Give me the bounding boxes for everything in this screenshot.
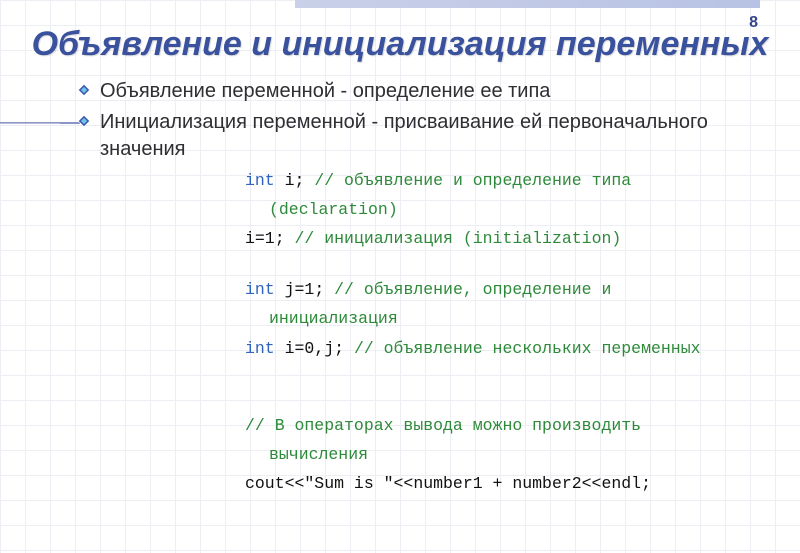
code-gap — [245, 366, 770, 414]
keyword: int — [245, 280, 275, 299]
code-line: (declaration) — [245, 198, 770, 221]
slide-content: Объявление и инициализация переменных Об… — [0, 0, 800, 495]
code-line: int j=1; // объявление, определение и — [245, 278, 770, 301]
code-line: int i; // объявление и определение типа — [245, 169, 770, 192]
code-text: j=1; — [275, 280, 334, 299]
code-line: int i=0,j; // объявление нескольких пере… — [245, 337, 770, 360]
comment: // объявление, определение и — [334, 280, 611, 299]
bullet-list: Объявление переменной - определение ее т… — [78, 78, 770, 163]
code-block: int i; // объявление и определение типа … — [245, 169, 770, 495]
code-gap — [245, 256, 770, 278]
slide-title: Объявление и инициализация переменных — [30, 25, 770, 64]
code-line: // В операторах вывода можно производить — [245, 414, 770, 437]
bullet-text: Инициализация переменной - присваивание … — [100, 109, 770, 163]
comment: // объявление нескольких переменных — [354, 339, 701, 358]
bullet-item: Объявление переменной - определение ее т… — [78, 78, 770, 105]
bullet-text: Объявление переменной - определение ее т… — [100, 78, 550, 105]
keyword: int — [245, 339, 275, 358]
diamond-bullet-icon — [78, 115, 90, 127]
keyword: int — [245, 171, 275, 190]
code-line: инициализация — [245, 307, 770, 330]
code-text: i; — [275, 171, 315, 190]
code-text: i=1; — [245, 229, 295, 248]
comment: вычисления — [269, 445, 368, 464]
code-line: cout<<"Sum is "<<number1 + number2<<endl… — [245, 472, 770, 495]
comment: // В операторах вывода можно производить — [245, 416, 641, 435]
bullet-item: Инициализация переменной - присваивание … — [78, 109, 770, 163]
comment: // инициализация (initialization) — [295, 229, 622, 248]
code-text: i=0,j; — [275, 339, 354, 358]
code-line: i=1; // инициализация (initialization) — [245, 227, 770, 250]
diamond-bullet-icon — [78, 84, 90, 96]
code-text: cout<<"Sum is "<<number1 + number2<<endl… — [245, 474, 651, 493]
comment: (declaration) — [269, 200, 398, 219]
comment: // объявление и определение типа — [314, 171, 631, 190]
code-line: вычисления — [245, 443, 770, 466]
comment: инициализация — [269, 309, 398, 328]
